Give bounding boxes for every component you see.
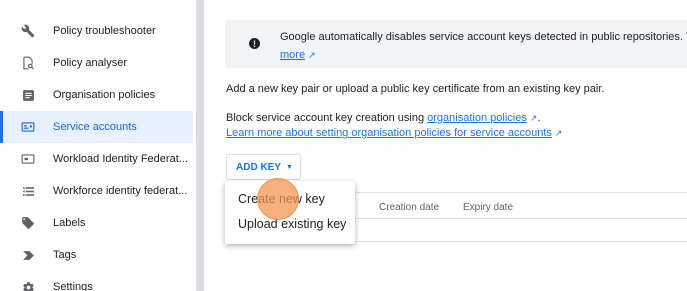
wrench-icon: [20, 23, 36, 39]
sidebar: Policy troubleshooter Policy analyser Or…: [0, 0, 196, 291]
sidebar-item-label: Workforce identity federat...: [53, 185, 188, 197]
sidebar-resize-divider[interactable]: [196, 0, 204, 291]
sidebar-item-label: Organisation policies: [53, 89, 156, 101]
menu-item-upload-existing-key[interactable]: Upload existing key: [238, 217, 346, 231]
column-header-expiry-date[interactable]: Expiry date: [463, 202, 513, 213]
sidebar-item-label: Tags: [53, 249, 77, 261]
sidebar-item-label: Policy troubleshooter: [53, 25, 156, 37]
id-card-icon: [20, 151, 36, 167]
service-account-icon: [20, 119, 36, 135]
sidebar-item-workforce-identity[interactable]: Workforce identity federat...: [0, 175, 193, 207]
sidebar-item-workload-identity[interactable]: Workload Identity Federat...: [0, 143, 193, 175]
caret-down-icon: ▼: [286, 163, 293, 171]
sidebar-item-tags[interactable]: Tags: [0, 239, 193, 271]
sidebar-item-service-accounts[interactable]: Service accounts: [0, 111, 193, 143]
sidebar-item-settings[interactable]: Settings: [0, 271, 193, 291]
column-header-creation-date[interactable]: Creation date: [379, 202, 439, 213]
chevron-tag-icon: [20, 247, 36, 263]
block-key-creation-text: Block service account key creation using…: [226, 112, 541, 124]
external-link-icon: ↗: [554, 128, 563, 138]
sidebar-item-label: Labels: [53, 217, 86, 229]
tag-icon: [20, 215, 36, 231]
sidebar-item-label: Policy analyser: [53, 57, 127, 69]
organisation-policies-link[interactable]: organisation policies ↗: [427, 112, 537, 124]
sidebar-item-labels[interactable]: Labels: [0, 207, 193, 239]
info-banner: ! Google automatically disables service …: [225, 20, 687, 68]
sidebar-item-label: Settings: [53, 281, 93, 291]
banner-text: Google automatically disables service ac…: [280, 31, 687, 43]
document-search-icon: [20, 55, 36, 71]
external-link-icon: ↗: [308, 50, 316, 60]
learn-more-link[interactable]: Learn more about setting organisation po…: [226, 127, 562, 139]
sidebar-item-policy-troubleshooter[interactable]: Policy troubleshooter: [0, 15, 193, 47]
info-icon: !: [249, 38, 260, 49]
add-key-button[interactable]: ADD KEY ▼: [226, 154, 301, 180]
intro-text: Add a new key pair or upload a public ke…: [226, 83, 605, 95]
click-indicator: [257, 178, 299, 220]
add-key-label: ADD KEY: [236, 161, 282, 173]
sidebar-item-policy-analyser[interactable]: Policy analyser: [0, 47, 193, 79]
sidebar-item-label: Workload Identity Federat...: [53, 153, 188, 165]
policy-list-icon: [20, 87, 36, 103]
list-icon: [20, 183, 36, 199]
banner-more-link[interactable]: more ↗: [280, 49, 316, 61]
sidebar-item-organisation-policies[interactable]: Organisation policies: [0, 79, 193, 111]
gear-icon: [20, 279, 36, 291]
sidebar-item-label: Service accounts: [53, 121, 137, 133]
